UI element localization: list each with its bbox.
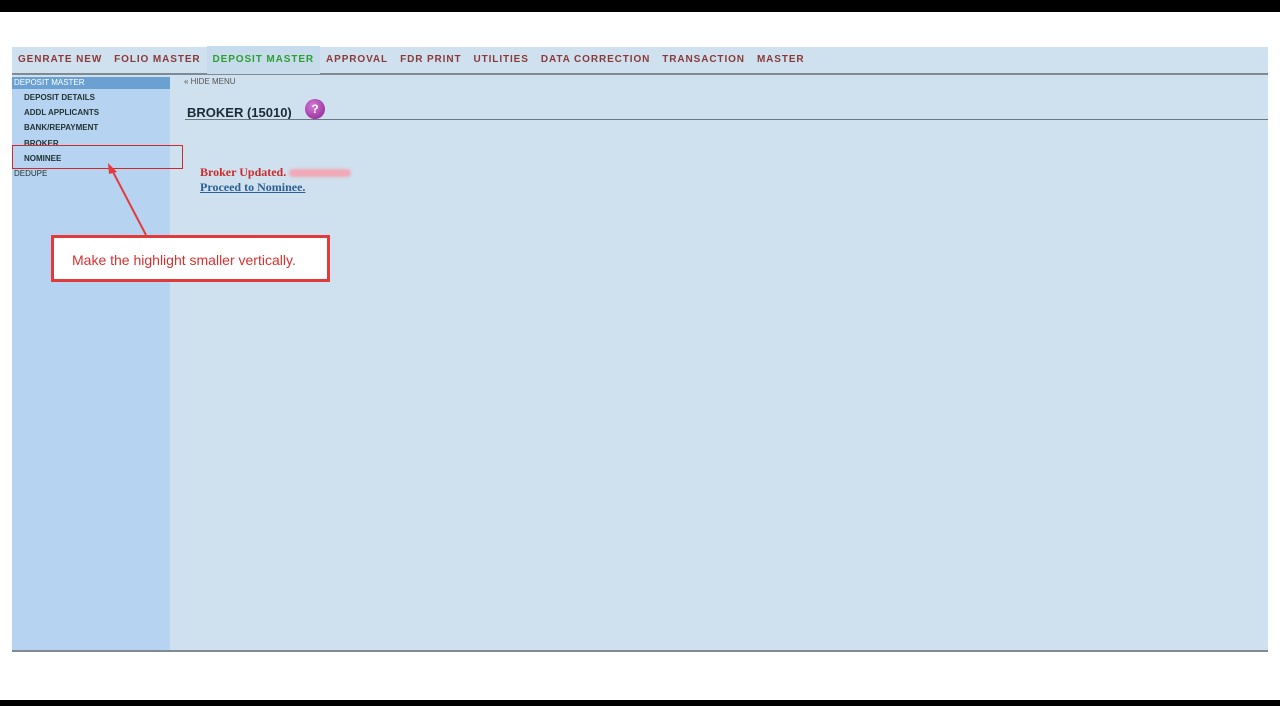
status-message-text: Broker Updated.: [200, 165, 287, 179]
nav-genrate-new[interactable]: GENRATE NEW: [12, 46, 108, 74]
annotation-text: Make the highlight smaller vertically.: [72, 252, 296, 268]
nav-utilities[interactable]: UTILITIES: [468, 46, 535, 74]
proceed-to-nominee-link[interactable]: Proceed to Nominee.: [200, 180, 305, 195]
sidebar-item-deposit-details[interactable]: DEPOSIT DETAILS: [24, 93, 95, 103]
nav-data-correction[interactable]: DATA CORRECTION: [535, 46, 656, 74]
top-black-bar: [0, 0, 1280, 12]
nav-transaction[interactable]: TRANSACTION: [656, 46, 751, 74]
sidebar-item-broker[interactable]: BROKER: [24, 139, 59, 149]
title-divider: [185, 119, 1268, 120]
nav-master[interactable]: MASTER: [751, 46, 811, 74]
hide-menu-link[interactable]: « HIDE MENU: [184, 77, 236, 86]
app-window: GENRATE NEW FOLIO MASTER DEPOSIT MASTER …: [12, 46, 1268, 652]
bottom-black-bar: [0, 700, 1280, 706]
nav-folio-master[interactable]: FOLIO MASTER: [108, 46, 206, 74]
sidebar-heading[interactable]: DEPOSIT MASTER: [12, 77, 170, 89]
nav-approval[interactable]: APPROVAL: [320, 46, 394, 74]
help-icon[interactable]: ?: [305, 99, 325, 119]
sidebar: DEPOSIT MASTER DEPOSIT DETAILS ADDL APPL…: [12, 77, 170, 650]
top-nav: GENRATE NEW FOLIO MASTER DEPOSIT MASTER …: [12, 46, 1268, 75]
sidebar-item-nominee[interactable]: NOMINEE: [24, 154, 61, 164]
sidebar-item-addl-applicants[interactable]: ADDL APPLICANTS: [24, 108, 99, 118]
nav-fdr-print[interactable]: FDR PRINT: [394, 46, 467, 74]
main-content: « HIDE MENU BROKER (15010) ? Broker Upda…: [170, 77, 1268, 650]
redacted-value: [289, 169, 352, 178]
sidebar-item-bank-repayment[interactable]: BANK/REPAYMENT: [24, 123, 98, 133]
annotation-callout: Make the highlight smaller vertically.: [51, 235, 330, 282]
status-message: Broker Updated.: [200, 165, 352, 180]
page-title: BROKER (15010): [187, 105, 292, 120]
nav-deposit-master[interactable]: DEPOSIT MASTER: [206, 46, 321, 74]
sidebar-item-dedupe[interactable]: DEDUPE: [14, 169, 47, 178]
